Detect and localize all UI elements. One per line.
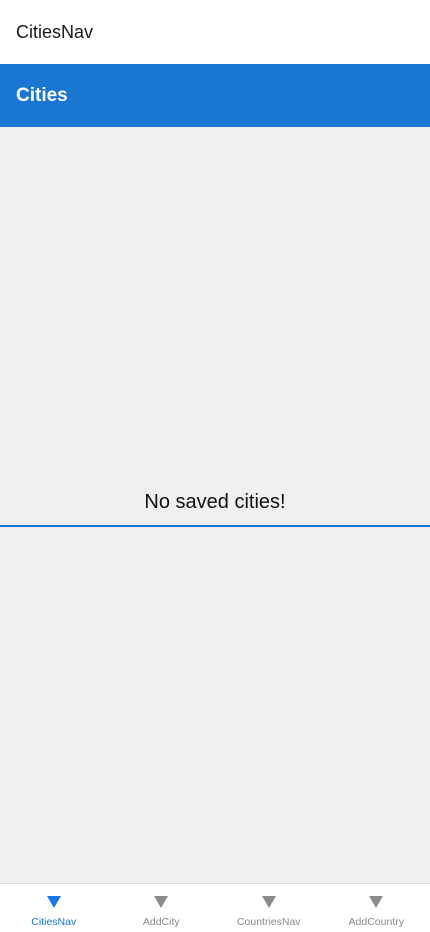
screen-header: Cities bbox=[0, 64, 430, 127]
cities-content: No saved cities! bbox=[0, 127, 430, 883]
tab-countries-nav[interactable]: CountriesNav bbox=[215, 884, 323, 932]
tab-add-country[interactable]: AddCountry bbox=[323, 884, 430, 932]
empty-state-message: No saved cities! bbox=[144, 491, 286, 513]
tab-label: CitiesNav bbox=[31, 916, 77, 928]
header-title: CitiesNav bbox=[16, 21, 94, 42]
triangle-down-icon bbox=[369, 896, 384, 908]
app-screen: CitiesNav Cities No saved cities! Cities… bbox=[0, 0, 430, 932]
tab-add-city[interactable]: AddCity bbox=[108, 884, 216, 932]
screen-title: Cities bbox=[16, 84, 68, 106]
top-header: CitiesNav bbox=[0, 0, 430, 64]
tab-label: AddCity bbox=[142, 916, 180, 928]
triangle-down-icon bbox=[46, 896, 61, 908]
tab-label: AddCountry bbox=[348, 916, 404, 928]
tab-cities-nav[interactable]: CitiesNav bbox=[0, 884, 108, 932]
triangle-down-icon bbox=[154, 896, 169, 908]
tab-label: CountriesNav bbox=[236, 916, 301, 928]
divider bbox=[0, 525, 430, 527]
triangle-down-icon bbox=[261, 896, 276, 908]
bottom-tab-bar: CitiesNav AddCity CountriesNav AddCountr… bbox=[0, 883, 430, 932]
